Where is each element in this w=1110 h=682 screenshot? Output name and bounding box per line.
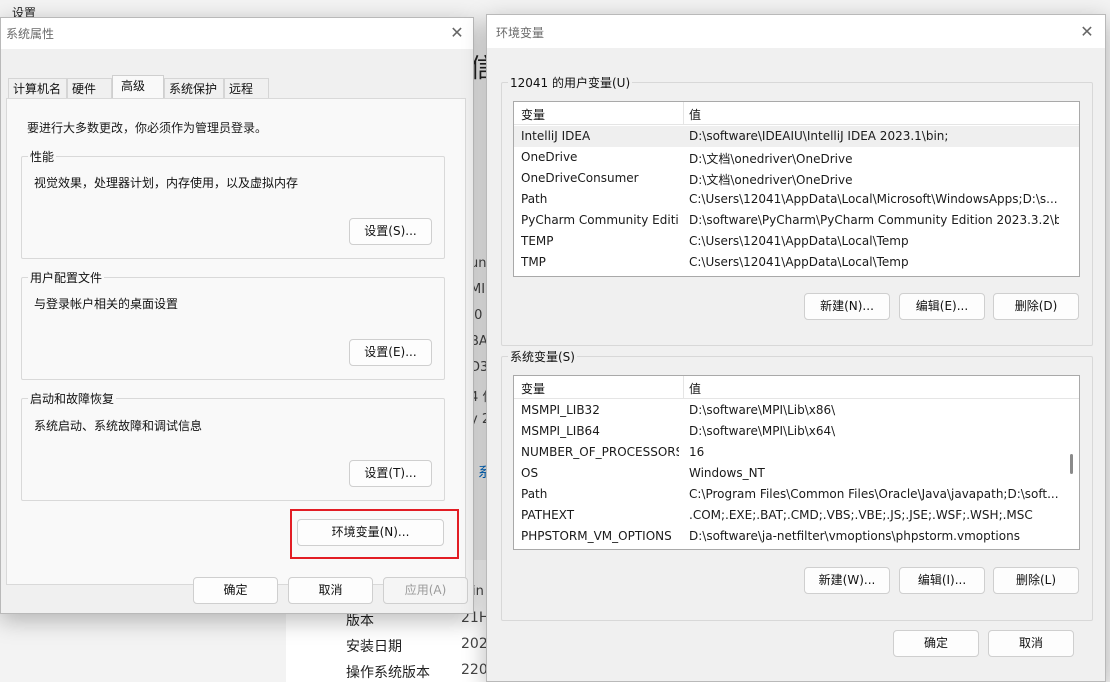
column-header-variable[interactable]: 变量 <box>521 106 545 123</box>
environment-variables-dialog: 环境变量 ✕ 12041 的用户变量(U) 变量 值 IntelliJ IDEA… <box>486 14 1106 682</box>
system-properties-dialog: 系统属性 ✕ 计算机名 硬件 高级 系统保护 远程 要进行大多数更改，你必须作为… <box>0 17 474 614</box>
title-bar[interactable]: 环境变量 ✕ <box>487 15 1105 48</box>
variable-value: D:\software\IDEAIU\IntelliJ IDEA 2023.1\… <box>689 129 949 143</box>
variable-name: OS <box>521 466 539 480</box>
user-profiles-settings-button[interactable]: 设置(E)... <box>349 339 432 366</box>
vertical-scrollbar-thumb[interactable] <box>1070 454 1073 474</box>
group-description: 系统启动、系统故障和调试信息 <box>34 419 203 433</box>
dialog-title: 系统属性 <box>6 27 55 41</box>
bg-row-value: 202 <box>461 636 488 652</box>
table-row[interactable]: MSMPI_LIB64 D:\software\MPI\Lib\x64\ <box>514 421 1079 442</box>
bg-row-label: 操作系统版本 <box>346 665 430 681</box>
tab-system-protection[interactable]: 系统保护 <box>164 78 224 99</box>
table-row[interactable]: PATHEXT .COM;.EXE;.BAT;.CMD;.VBS;.VBE;.JS… <box>514 505 1079 526</box>
variable-name: PATHEXT <box>521 508 575 522</box>
user-variables-list[interactable]: 变量 值 IntelliJ IDEA D:\software\IDEAIU\Int… <box>513 101 1080 277</box>
user-profiles-group: 用户配置文件 与登录帐户相关的桌面设置 设置(E)... <box>21 269 445 380</box>
table-row[interactable]: MSMPI_LIB32 D:\software\MPI\Lib\x86\ <box>514 400 1079 421</box>
variable-name: TMP <box>521 255 546 269</box>
title-bar[interactable]: 系统属性 ✕ <box>1 18 473 49</box>
variable-name: TEMP <box>521 234 554 248</box>
variable-value: D:\software\PyCharm\PyCharm Community Ed… <box>689 213 1059 227</box>
variable-value: D:\文档\onedriver\OneDrive <box>689 173 853 187</box>
user-variables-label: 12041 的用户变量(U) <box>508 74 633 91</box>
group-label: 用户配置文件 <box>28 269 105 286</box>
user-variables-group: 12041 的用户变量(U) 变量 值 IntelliJ IDEA D:\soft… <box>501 74 1093 346</box>
variable-name: MSMPI_LIB64 <box>521 424 600 438</box>
user-edit-button[interactable]: 编辑(E)... <box>899 293 985 320</box>
variable-value: C:\Users\12041\AppData\Local\Temp <box>689 255 909 269</box>
performance-settings-button[interactable]: 设置(S)... <box>349 218 432 245</box>
ok-button[interactable]: 确定 <box>193 577 278 604</box>
startup-recovery-settings-button[interactable]: 设置(T)... <box>349 460 432 487</box>
table-row[interactable]: TEMP C:\Users\12041\AppData\Local\Temp <box>514 231 1079 252</box>
apply-button[interactable]: 应用(A) <box>383 577 468 604</box>
table-row[interactable]: OneDrive D:\文档\onedriver\OneDrive <box>514 147 1079 168</box>
close-icon[interactable]: ✕ <box>447 23 467 43</box>
list-header: 变量 值 <box>514 102 1079 125</box>
system-variables-list[interactable]: 变量 值 MSMPI_LIB32 D:\software\MPI\Lib\x86\… <box>513 375 1080 550</box>
variable-value: C:\Users\12041\AppData\Local\Temp <box>689 234 909 248</box>
table-row[interactable]: TMP C:\Users\12041\AppData\Local\Temp <box>514 252 1079 273</box>
list-header: 变量 值 <box>514 376 1079 399</box>
user-new-button[interactable]: 新建(N)... <box>804 293 890 320</box>
group-label: 启动和故障恢复 <box>28 390 117 407</box>
column-header-value[interactable]: 值 <box>689 106 701 123</box>
cancel-button[interactable]: 取消 <box>988 630 1074 657</box>
system-variables-group: 系统变量(S) 变量 值 MSMPI_LIB32 D:\software\MPI\… <box>501 348 1093 621</box>
environment-variables-button[interactable]: 环境变量(N)... <box>297 519 444 546</box>
table-row[interactable]: Path C:\Program Files\Common Files\Oracle… <box>514 484 1079 505</box>
advanced-tab-pane: 要进行大多数更改，你必须作为管理员登录。 性能 视觉效果，处理器计划，内存使用，… <box>6 98 466 585</box>
variable-value: D:\software\ja-netfilter\vmoptions\phpst… <box>689 529 1020 543</box>
performance-group: 性能 视觉效果，处理器计划，内存使用，以及虚拟内存 设置(S)... <box>21 148 445 259</box>
tab-remote[interactable]: 远程 <box>224 78 269 99</box>
system-edit-button[interactable]: 编辑(I)... <box>899 567 985 594</box>
startup-recovery-group: 启动和故障恢复 系统启动、系统故障和调试信息 设置(T)... <box>21 390 445 501</box>
table-row[interactable]: PHPSTORM_VM_OPTIONS D:\software\ja-netfil… <box>514 526 1079 547</box>
bg-row-label: 安装日期 <box>346 639 402 655</box>
ok-button[interactable]: 确定 <box>893 630 979 657</box>
table-row[interactable]: OS Windows_NT <box>514 463 1079 484</box>
variable-name: Path <box>521 192 548 206</box>
group-description: 与登录帐户相关的桌面设置 <box>34 297 179 311</box>
table-row[interactable]: Path C:\Users\12041\AppData\Local\Microso… <box>514 189 1079 210</box>
variable-value: C:\Users\12041\AppData\Local\Microsoft\W… <box>689 192 1058 206</box>
group-label: 性能 <box>28 148 57 165</box>
dialog-title: 环境变量 <box>496 26 545 40</box>
variable-value: .COM;.EXE;.BAT;.CMD;.VBS;.VBE;.JS;.JSE;.… <box>689 508 1033 522</box>
tab-hardware[interactable]: 硬件 <box>67 78 112 99</box>
variable-name: Path <box>521 487 548 501</box>
table-row[interactable]: IntelliJ IDEA D:\software\IDEAIU\IntelliJ… <box>514 126 1079 147</box>
variable-value: D:\software\MPI\Lib\x86\ <box>689 403 836 417</box>
user-delete-button[interactable]: 删除(D) <box>993 293 1079 320</box>
close-icon[interactable]: ✕ <box>1077 22 1097 42</box>
variable-name: OneDriveConsumer <box>521 171 639 185</box>
variable-name: PyCharm Community Editi... <box>521 213 679 227</box>
column-header-value[interactable]: 值 <box>689 380 701 397</box>
variable-value: Windows_NT <box>689 466 765 480</box>
tab-computer-name[interactable]: 计算机名 <box>8 78 67 99</box>
system-variables-label: 系统变量(S) <box>508 348 577 365</box>
system-delete-button[interactable]: 删除(L) <box>993 567 1079 594</box>
variable-value: 16 <box>689 445 705 459</box>
variable-name: OneDrive <box>521 150 578 164</box>
group-description: 视觉效果，处理器计划，内存使用，以及虚拟内存 <box>34 176 299 190</box>
variable-name: IntelliJ IDEA <box>521 129 591 143</box>
variable-name: PHPSTORM_VM_OPTIONS <box>521 529 672 543</box>
variable-value: C:\Program Files\Common Files\Oracle\Jav… <box>689 487 1059 501</box>
system-new-button[interactable]: 新建(W)... <box>804 567 890 594</box>
variable-value: D:\software\MPI\Lib\x64\ <box>689 424 836 438</box>
variable-value: D:\文档\onedriver\OneDrive <box>689 152 853 166</box>
cancel-button[interactable]: 取消 <box>288 577 373 604</box>
variable-name: NUMBER_OF_PROCESSORS <box>521 445 679 459</box>
tab-advanced[interactable]: 高级 <box>112 75 164 100</box>
table-row[interactable]: OneDriveConsumer D:\文档\onedriver\OneDrive <box>514 168 1079 189</box>
admin-note: 要进行大多数更改，你必须作为管理员登录。 <box>27 121 268 135</box>
variable-name: MSMPI_LIB32 <box>521 403 600 417</box>
column-header-variable[interactable]: 变量 <box>521 380 545 397</box>
table-row[interactable]: NUMBER_OF_PROCESSORS 16 <box>514 442 1079 463</box>
table-row[interactable]: PyCharm Community Editi... D:\software\Py… <box>514 210 1079 231</box>
